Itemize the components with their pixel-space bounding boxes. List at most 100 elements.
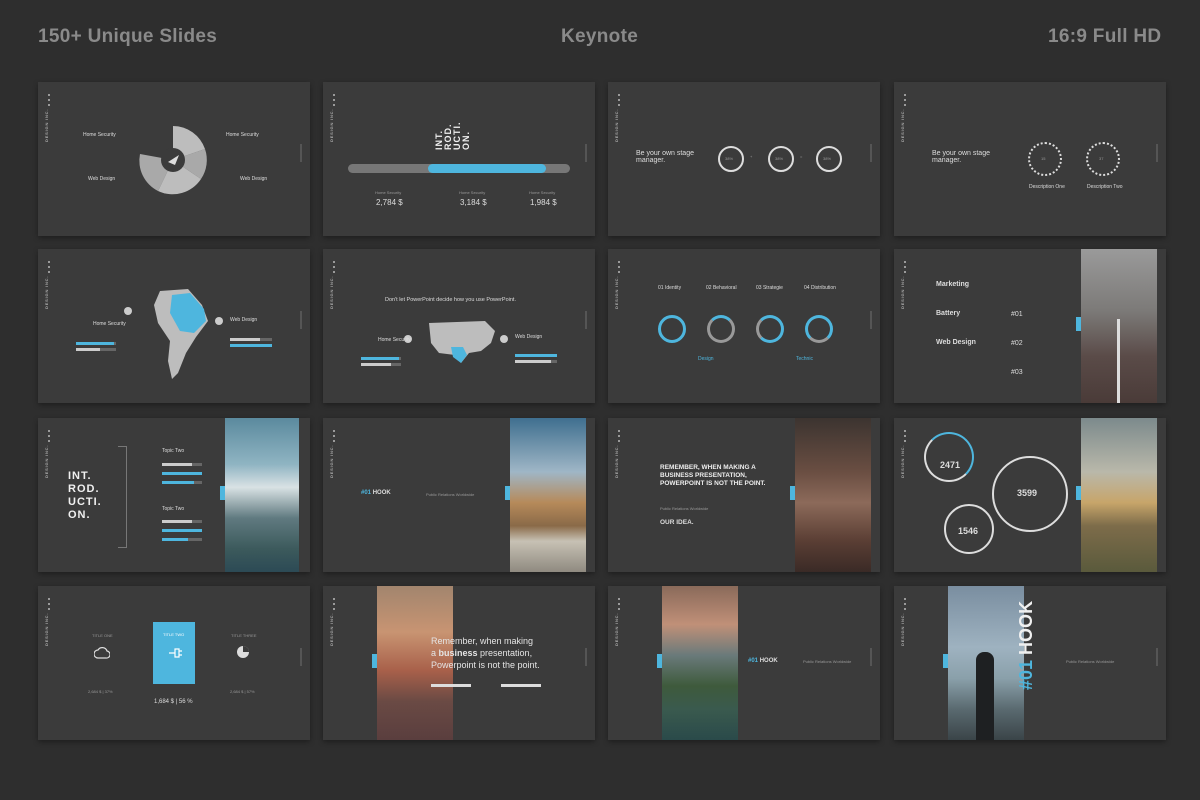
mountain-photo xyxy=(510,418,586,572)
label: Public Relations Worldwide xyxy=(803,659,852,664)
dots-icon xyxy=(904,94,906,109)
number: #01 xyxy=(1011,311,1023,318)
slide-brand: DESIGN INC. xyxy=(900,444,905,478)
label: Home Security xyxy=(226,132,259,138)
slide-thumbnail[interactable]: DESIGN INC. Don't let PowerPoint decide … xyxy=(323,249,595,403)
progress-bar xyxy=(162,529,202,532)
label: Battery xyxy=(936,310,961,317)
tagline: Don't let PowerPoint decide how you use … xyxy=(385,297,516,303)
slide-thumbnail[interactable]: DESIGN INC. 2471 3599 1546 xyxy=(894,418,1166,572)
circle xyxy=(805,315,833,343)
progress-bar xyxy=(515,354,557,357)
label: Description Two xyxy=(1087,184,1123,190)
value: 15 xyxy=(1041,156,1046,161)
dots-icon xyxy=(618,598,620,613)
marker xyxy=(215,317,223,325)
dots-icon xyxy=(48,598,50,613)
label: Home Security xyxy=(529,190,556,195)
divider xyxy=(585,311,587,329)
slide-brand: DESIGN INC. xyxy=(44,444,49,478)
hook-heading: #01 HOOK xyxy=(361,490,391,496)
tree-photo xyxy=(1081,418,1157,572)
hook-heading: #01 HOOK xyxy=(748,658,778,664)
dots-icon xyxy=(48,261,50,276)
divider xyxy=(300,144,302,162)
header-center-title: Keynote xyxy=(561,26,639,47)
slide-thumbnail[interactable]: DESIGN INC. TITLE ONE 2,684 $ | 37% TITL… xyxy=(38,586,310,740)
label: Web Design xyxy=(936,339,976,346)
slide-brand: DESIGN INC. xyxy=(900,275,905,309)
mountain-photo xyxy=(225,418,299,572)
progress-bar xyxy=(230,344,272,347)
road-photo xyxy=(1081,249,1157,403)
slide-thumbnail[interactable]: DESIGN INC. #01 HOOK Public Relations Wo… xyxy=(323,418,595,572)
slide-thumbnail[interactable]: DESIGN INC. #01 HOOK Public Relations Wo… xyxy=(894,586,1166,740)
label: Web Design xyxy=(240,176,268,182)
label: Home Security xyxy=(83,132,116,138)
dots-icon xyxy=(333,261,335,276)
progress-bar xyxy=(431,684,471,687)
label: 02 Behavioral xyxy=(706,285,737,291)
pie-icon xyxy=(237,646,249,658)
dots-icon xyxy=(333,598,335,613)
slide-thumbnail[interactable]: DESIGN INC. Remember, when making a busi… xyxy=(323,586,595,740)
lake-photo xyxy=(662,586,738,740)
value: 2,684 $ | 37% xyxy=(88,689,113,694)
dots-icon xyxy=(333,430,335,445)
slide-thumbnail[interactable]: DESIGN INC. 01 Identity 02 Behavioral 03… xyxy=(608,249,880,403)
number: #02 xyxy=(1011,340,1023,347)
slide-thumbnail[interactable]: DESIGN INC. Home Security Web Design xyxy=(38,249,310,403)
value: 38% xyxy=(775,156,784,161)
label: 03 Strategie xyxy=(756,285,783,291)
progress-bar xyxy=(162,520,202,523)
slide-brand: DESIGN INC. xyxy=(44,275,49,309)
slide-thumbnail[interactable]: DESIGN INC. #01 HOOK Public Relations Wo… xyxy=(608,586,880,740)
value: 1546 xyxy=(958,526,979,536)
value: 38% xyxy=(725,156,734,161)
slide-thumbnail[interactable]: DESIGN INC. Marketing Battery Web Design… xyxy=(894,249,1166,403)
dots-icon xyxy=(48,94,50,109)
value: 1,984 $ xyxy=(530,198,557,207)
quote-line2: a business presentation, xyxy=(431,648,533,658)
slide-thumbnail[interactable]: DESIGN INC. REMEMBER, WHEN MAKING A BUSI… xyxy=(608,418,880,572)
dots-icon xyxy=(48,430,50,445)
value: 3,184 $ xyxy=(460,198,487,207)
slide-brand: DESIGN INC. xyxy=(44,612,49,646)
dots-icon xyxy=(904,598,906,613)
dots-icon xyxy=(618,261,620,276)
label: Topic Two xyxy=(162,506,185,512)
heading: Be your own stage manager. xyxy=(636,150,694,164)
dots-icon xyxy=(904,261,906,276)
forest-photo xyxy=(795,418,871,572)
intro-title: INT. ROD. UCTI. ON. xyxy=(68,470,102,521)
slide-brand: DESIGN INC. xyxy=(614,275,619,309)
value: 37 xyxy=(1099,156,1104,161)
label: 01 Identity xyxy=(658,285,682,291)
value: 3599 xyxy=(1017,488,1038,498)
slide-thumbnail[interactable]: DESIGN INC. Be your own stage manager. 3… xyxy=(608,82,880,236)
south-america-map xyxy=(154,289,208,379)
progress-bar xyxy=(162,463,202,466)
label: TITLE TWO xyxy=(163,632,185,637)
slide-thumbnail[interactable]: DESIGN INC. INT. ROD. UCTI. ON. Home Securi… xyxy=(323,82,595,236)
progress-bar xyxy=(162,538,202,541)
progress-bar xyxy=(361,363,401,366)
label: Marketing xyxy=(936,281,970,288)
divider xyxy=(1156,648,1158,666)
progress-bar xyxy=(348,164,570,173)
slide-thumbnail[interactable]: DESIGN INC. INT. ROD. UCTI. ON. Topic Two T… xyxy=(38,418,310,572)
label: Home Security xyxy=(375,190,402,195)
header-right-title: 16:9 Full HD xyxy=(1048,26,1162,47)
progress-bar xyxy=(76,342,116,345)
label: Description One xyxy=(1029,184,1065,190)
divider xyxy=(870,311,872,329)
slide-brand: DESIGN INC. xyxy=(329,444,334,478)
divider xyxy=(585,648,587,666)
progress-bar xyxy=(162,472,202,475)
progress-bar xyxy=(162,481,202,484)
slide-thumbnail[interactable]: DESIGN INC. Be your own stage manager. 1… xyxy=(894,82,1166,236)
operator: + xyxy=(750,154,753,159)
divider xyxy=(870,648,872,666)
slide-thumbnail[interactable]: DESIGN INC. Home Security Web Design Hom… xyxy=(38,82,310,236)
cloud-icon xyxy=(94,647,110,659)
